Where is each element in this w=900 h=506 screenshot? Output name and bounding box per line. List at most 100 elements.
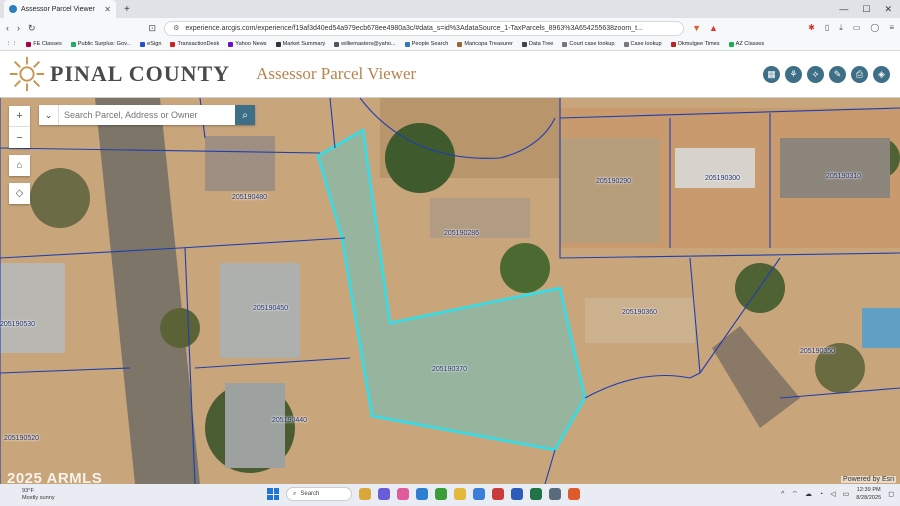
parcel-label[interactable]: 205190300 xyxy=(705,175,740,182)
measure-icon[interactable]: ⟡ xyxy=(807,65,824,83)
bookmark-item[interactable]: AZ Classes xyxy=(728,41,764,47)
site-info-icon[interactable]: ⚙ xyxy=(173,24,179,32)
minimize-icon[interactable]: — xyxy=(839,4,848,15)
search-source-dropdown[interactable]: ⌄ xyxy=(39,105,59,125)
app-title: Assessor Parcel Viewer xyxy=(256,64,417,83)
basemap-icon[interactable]: ◈ xyxy=(873,65,890,83)
menu-icon[interactable]: ≡ xyxy=(889,23,894,33)
selected-parcel-label[interactable]: 205190370 xyxy=(432,366,467,373)
brave-icon[interactable] xyxy=(568,488,580,500)
parcel-label[interactable]: 205190290 xyxy=(596,178,631,185)
wallet-icon[interactable]: ▭ xyxy=(853,23,861,33)
draw-icon[interactable]: ✎ xyxy=(829,65,846,83)
windows-taskbar: 93°F Mostly sunny ⌕ Search ^ ⌔ ☁ ◔ ◁ ▭ 1… xyxy=(0,484,900,506)
search-icon: ⌕ xyxy=(242,109,248,121)
search-button[interactable]: ⌕ xyxy=(235,105,255,125)
file-explorer-icon[interactable] xyxy=(454,488,466,500)
excel-icon[interactable] xyxy=(530,488,542,500)
map-view[interactable]: 205190480 205190286 205190290 205190300 … xyxy=(0,98,900,484)
temperature: 93°F xyxy=(22,488,34,494)
time: 12:39 PM xyxy=(856,487,881,493)
parcel-label[interactable]: 205190286 xyxy=(444,230,479,237)
parcel-label[interactable]: 205190520 xyxy=(4,435,39,442)
sidebar-icon[interactable]: ▯ xyxy=(825,23,829,33)
teams-icon[interactable] xyxy=(378,488,390,500)
bookmark-item[interactable]: williemasters@yaho... xyxy=(334,41,396,47)
bookmark-page-icon[interactable]: ⊡ xyxy=(149,23,157,34)
apps-icon[interactable]: ⋮⋮ xyxy=(6,41,17,47)
battery-icon[interactable]: ▭ xyxy=(843,490,850,498)
bookmark-item[interactable]: Maricopa Treasurer xyxy=(457,41,513,47)
parcel-label[interactable]: 205190530 xyxy=(0,321,35,328)
network-icon[interactable]: ⌔ xyxy=(791,490,798,499)
taskbar-search-label: Search xyxy=(300,491,320,497)
browser-tab[interactable]: Assessor Parcel Viewer ✕ xyxy=(4,0,116,18)
armls-watermark: 2025 ARMLS xyxy=(7,470,103,484)
app-icon[interactable] xyxy=(549,488,561,500)
search-input[interactable] xyxy=(59,106,235,124)
profile-icon[interactable]: ◯ xyxy=(870,23,879,33)
home-button[interactable]: ⌂ xyxy=(9,155,30,176)
new-tab-button[interactable]: + xyxy=(124,4,130,15)
url-field[interactable]: ⚙ experience.arcgis.com/experience/f19af… xyxy=(164,20,685,36)
url-text: experience.arcgis.com/experience/f19af3d… xyxy=(185,24,643,32)
layers-grid-icon[interactable]: ▦ xyxy=(763,65,780,83)
print-icon[interactable]: ⎙ xyxy=(851,65,868,83)
date: 8/28/2025 xyxy=(856,495,882,501)
bookmark-item[interactable]: Public Surplus: Gov... xyxy=(70,41,131,47)
bookmark-item[interactable]: Court case lookup xyxy=(562,41,615,47)
taskbar-search[interactable]: ⌕ Search xyxy=(286,487,352,501)
rewards-icon[interactable]: ▲ xyxy=(709,23,718,33)
zoom-out-button[interactable]: − xyxy=(9,127,30,148)
copilot-icon[interactable] xyxy=(397,488,409,500)
mail-icon[interactable] xyxy=(473,488,485,500)
chevron-down-icon: ⌄ xyxy=(44,109,53,120)
brave-shield-icon[interactable]: ▼ xyxy=(692,23,701,33)
tree-icon[interactable]: ⚘ xyxy=(785,65,802,83)
back-icon[interactable]: ‹ xyxy=(6,23,9,33)
bookmark-item[interactable]: TransactionDesk xyxy=(170,41,219,47)
close-window-icon[interactable]: ✕ xyxy=(884,4,892,15)
word-icon[interactable] xyxy=(511,488,523,500)
edge-icon[interactable] xyxy=(416,488,428,500)
app-header: PINAL COUNTY Assessor Parcel Viewer ▦ ⚘ … xyxy=(0,51,900,98)
forward-icon[interactable]: › xyxy=(17,23,20,33)
bookmark-item[interactable]: Market Summary xyxy=(275,41,325,47)
close-tab-icon[interactable]: ✕ xyxy=(104,5,111,14)
wifi-icon[interactable]: ◔ xyxy=(819,491,823,498)
downloads-icon[interactable]: ⤓ xyxy=(839,23,843,33)
bookmark-item[interactable]: Okmulgee Times xyxy=(670,41,720,47)
parcel-label[interactable]: 205190450 xyxy=(253,305,288,312)
zoom-in-button[interactable]: + xyxy=(9,106,30,127)
parcel-label[interactable]: 205190310 xyxy=(826,173,861,180)
weather-condition: Mostly sunny xyxy=(22,495,55,501)
reload-icon[interactable]: ↻ xyxy=(28,23,36,34)
pdf-icon[interactable] xyxy=(492,488,504,500)
volume-icon[interactable]: ◁ xyxy=(830,490,835,498)
parcel-label[interactable]: 205190360 xyxy=(622,309,657,316)
start-icon[interactable] xyxy=(267,488,279,500)
parcel-label[interactable]: 205190350 xyxy=(800,348,835,355)
bookmark-item[interactable]: People Search xyxy=(404,41,448,47)
chrome-icon[interactable] xyxy=(435,488,447,500)
notification-icon[interactable]: ◻ xyxy=(888,490,894,498)
parcel-label[interactable]: 205190480 xyxy=(232,194,267,201)
maximize-icon[interactable]: ☐ xyxy=(862,4,870,15)
site-favicon-icon xyxy=(9,5,17,13)
clock[interactable]: 12:39 PM 8/28/2025 xyxy=(856,486,881,502)
extension-icon[interactable]: ✱ xyxy=(808,23,815,33)
bookmark-item[interactable]: FE Classes xyxy=(26,41,62,47)
bookmark-item[interactable]: eSign xyxy=(140,41,161,47)
widgets-icon[interactable] xyxy=(359,488,371,500)
bookmark-item[interactable]: Yahoo News xyxy=(228,41,267,47)
bookmark-item[interactable]: Case lookup xyxy=(623,41,662,47)
parcel-label[interactable]: 205190440 xyxy=(272,417,307,424)
locate-button[interactable]: ◇ xyxy=(9,183,30,204)
esri-attribution[interactable]: Powered by Esri xyxy=(841,476,896,483)
bookmark-item[interactable]: Data Tree xyxy=(521,41,553,47)
weather-widget[interactable]: 93°F Mostly sunny xyxy=(0,488,55,502)
onedrive-icon[interactable]: ☁ xyxy=(805,490,812,498)
chevron-up-icon[interactable]: ^ xyxy=(781,491,784,498)
locate-icon: ◇ xyxy=(15,188,24,199)
county-logo-icon xyxy=(9,56,45,92)
